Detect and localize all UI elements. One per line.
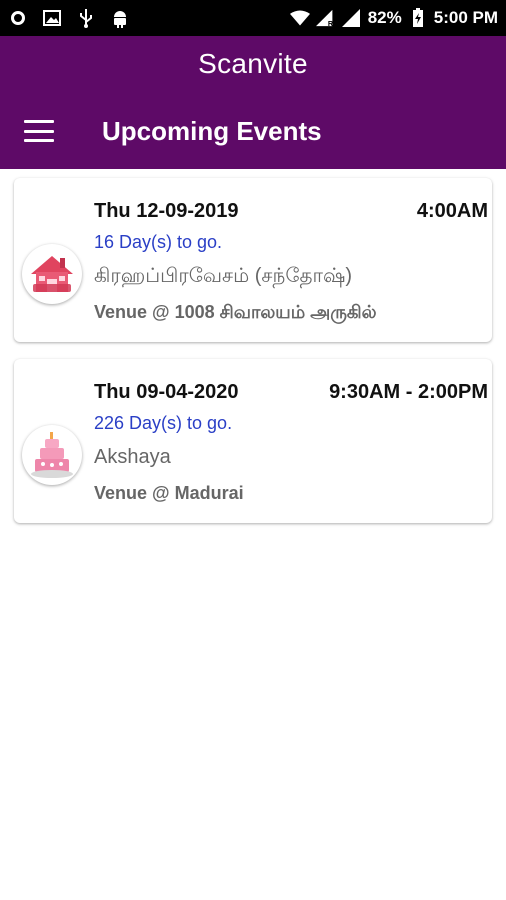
- battery-percent: 82%: [367, 8, 402, 27]
- image-icon: [42, 8, 62, 28]
- status-left-icons: [8, 8, 130, 28]
- event-date: Thu 12-09-2019: [94, 200, 239, 222]
- days-to-go: 16 Day(s) to go.: [94, 232, 223, 252]
- event-card[interactable]: Thu 09-04-2020 9:30AM - 2:00PM 226 Day(s…: [14, 359, 492, 523]
- status-time: 5:00 PM: [433, 8, 498, 27]
- wifi-icon: [289, 8, 310, 28]
- svg-text:R: R: [328, 19, 334, 27]
- days-to-go: 226 Day(s) to go.: [94, 413, 233, 433]
- record-icon: [8, 8, 28, 28]
- event-time: 9:30AM - 2:00PM: [329, 381, 488, 403]
- event-venue: Venue @ 1008 சிவாலயம் அருகில்: [94, 302, 377, 322]
- status-bar: R 82% 5:00 PM: [0, 0, 506, 36]
- android-icon: [110, 8, 130, 28]
- status-right: R 82% 5:00 PM: [289, 8, 498, 28]
- event-name: Akshaya: [94, 446, 171, 468]
- event-time: 4:00AM: [416, 200, 488, 222]
- app-title: Scanvite: [198, 48, 308, 79]
- signal-icon: [341, 8, 362, 28]
- app-bar: Scanvite Upcoming Events: [0, 36, 506, 169]
- event-name: கிரஹப்பிரவேசம் (சந்தோஷ்): [94, 265, 353, 287]
- usb-icon: [76, 8, 96, 28]
- hamburger-menu-icon[interactable]: [24, 118, 54, 144]
- event-card[interactable]: Thu 12-09-2019 4:00AM 16 Day(s) to go. க…: [14, 178, 492, 342]
- signal-r-icon: R: [315, 8, 336, 28]
- birthday-cake-icon: [22, 425, 82, 485]
- event-date: Thu 09-04-2020: [94, 381, 239, 403]
- event-venue: Venue @ Madurai: [94, 483, 244, 503]
- battery-charging-icon: [408, 8, 428, 28]
- house-warming-icon: [22, 244, 82, 304]
- page-title: Upcoming Events: [102, 116, 322, 146]
